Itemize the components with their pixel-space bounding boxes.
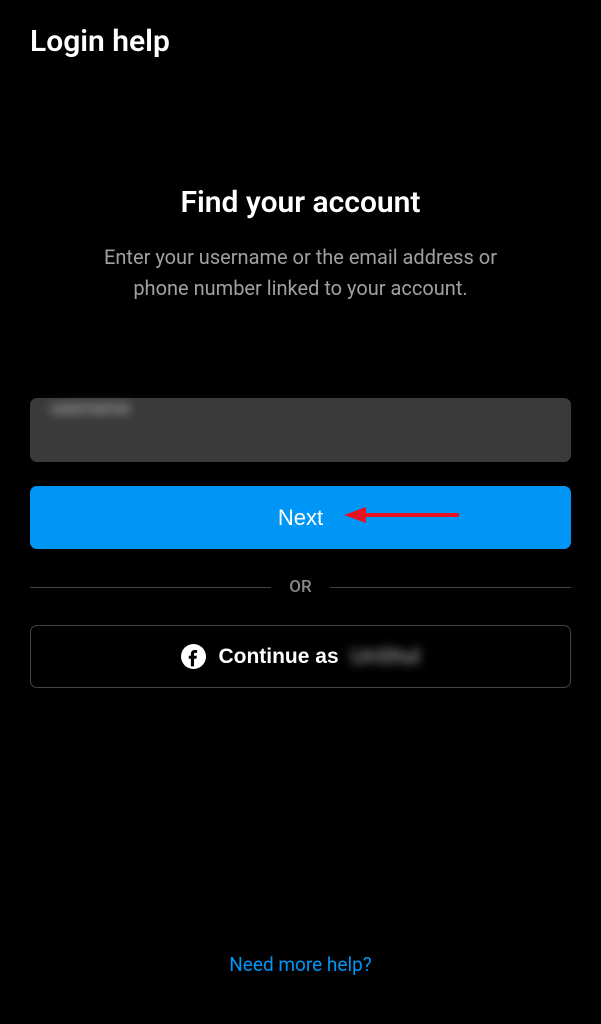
divider-line-right: [330, 587, 571, 588]
next-button-label: Next: [278, 505, 323, 530]
page-title: Login help: [30, 24, 571, 59]
input-value-redacted: username: [50, 398, 130, 419]
content-area: Find your account Enter your username or…: [0, 83, 601, 688]
account-input[interactable]: username: [30, 398, 571, 462]
divider-label: OR: [289, 577, 311, 597]
main-heading: Find your account: [181, 185, 421, 220]
facebook-name-redacted: UnShul: [351, 645, 420, 669]
header: Login help: [0, 0, 601, 83]
next-button[interactable]: Next: [30, 486, 571, 549]
divider-line-left: [30, 587, 271, 588]
facebook-continue-prefix: Continue as: [218, 645, 338, 669]
divider: OR: [30, 577, 571, 597]
facebook-icon: [181, 644, 206, 669]
facebook-continue-button[interactable]: Continue as UnShul: [30, 625, 571, 688]
annotation-arrow-icon: [344, 500, 464, 536]
subheading-text: Enter your username or the email address…: [91, 242, 511, 304]
need-more-help-link[interactable]: Need more help?: [229, 953, 372, 976]
